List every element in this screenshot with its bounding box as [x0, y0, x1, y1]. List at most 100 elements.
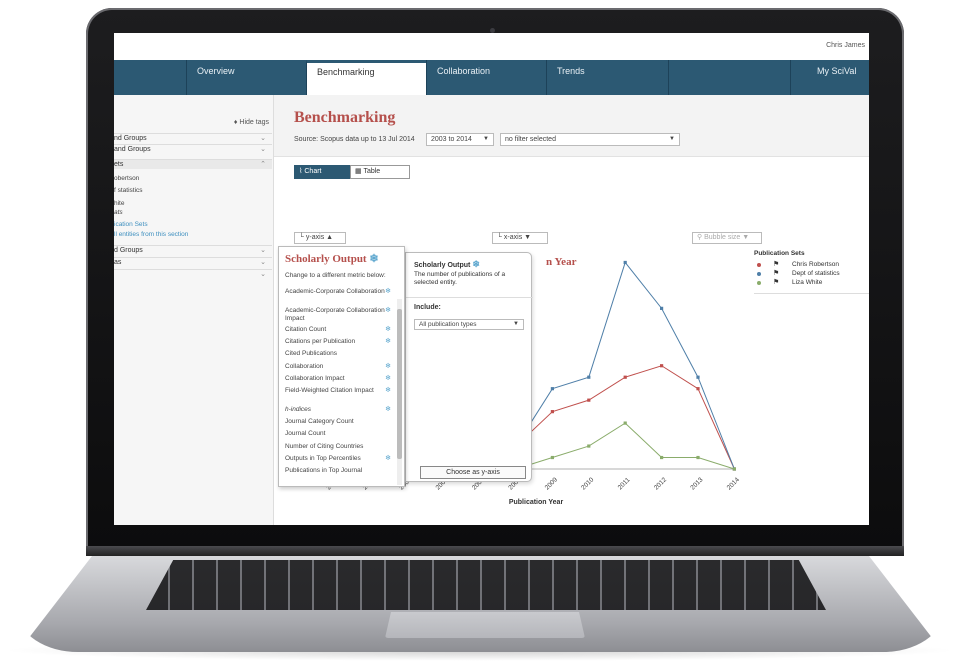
tab-label: My SciVal: [817, 66, 857, 76]
snowball-icon: ❄: [472, 259, 480, 269]
data-point[interactable]: [587, 398, 591, 402]
sidebar-item[interactable]: obertson: [114, 175, 139, 182]
snowball-icon: ❄: [369, 253, 379, 265]
include-value: All publication types: [419, 321, 477, 328]
chevron-down-icon: ⌄: [260, 247, 266, 254]
metric-option[interactable]: Field-Weighted Citation Impact ❄: [285, 387, 397, 395]
chart-title-fragment: n Year: [546, 256, 577, 268]
metric-option-label: Collaboration: [285, 362, 324, 370]
x-tick-label: 2013: [689, 476, 704, 491]
metric-option[interactable]: h-indices ❄: [285, 406, 397, 414]
main-nav: Overview Benchmarking Collaboration Tren…: [114, 60, 869, 95]
chevron-down-icon: ▼: [513, 321, 519, 327]
tab-trends[interactable]: Trends: [546, 60, 668, 95]
data-point[interactable]: [550, 387, 554, 391]
metric-option[interactable]: Journal Category Count: [285, 418, 397, 426]
data-point[interactable]: [660, 306, 664, 310]
sidebar-row[interactable]: ets ⌃: [114, 159, 272, 169]
hide-tags-label: Hide tags: [239, 119, 269, 126]
tab-label: Trends: [557, 66, 585, 76]
sidebar-link[interactable]: ication Sets: [114, 221, 148, 228]
legend-entry[interactable]: ⚑ Liza White: [754, 278, 869, 287]
data-point[interactable]: [623, 421, 627, 425]
chevron-down-icon: ⌄: [260, 271, 266, 278]
hide-tags-link[interactable]: ♦ Hide tags: [234, 119, 269, 126]
metric-option[interactable]: Number of Citing Countries: [285, 443, 397, 451]
legend: Publication Sets ⚑ Chris Robertson ⚑ Dept …: [754, 250, 869, 287]
sidebar-row-label: ets: [114, 161, 124, 168]
snowball-icon: ❄: [385, 307, 391, 314]
sidebar-row[interactable]: d Groups ⌄: [114, 245, 272, 255]
keyboard: [146, 560, 826, 610]
tab-empty[interactable]: [668, 60, 790, 95]
sidebar-row[interactable]: nd Groups ⌄: [114, 133, 272, 143]
snowball-icon: ❄: [385, 454, 391, 462]
metric-option[interactable]: Citation Count ❄: [285, 326, 397, 334]
data-point[interactable]: [623, 375, 627, 379]
sidebar-row-label: and Groups: [114, 146, 151, 153]
tab-benchmarking[interactable]: Benchmarking: [306, 60, 426, 95]
legend-label: Chris Robertson: [792, 261, 839, 268]
sidebar-row-label: as: [114, 259, 122, 266]
tab-my-scival[interactable]: My SciVal: [790, 60, 869, 95]
legend-entry[interactable]: ⚑ Chris Robertson: [754, 260, 869, 269]
metric-option[interactable]: Outputs in Top Percentiles ❄: [285, 455, 397, 463]
sidebar-row-label: nd Groups: [114, 135, 147, 142]
user-name[interactable]: Chris James: [826, 42, 865, 49]
dropdown-scrollbar[interactable]: [397, 299, 402, 485]
include-select[interactable]: All publication types ▼: [414, 319, 524, 330]
legend-title: Publication Sets: [754, 250, 805, 257]
metric-option[interactable]: Collaboration ❄: [285, 363, 397, 371]
data-point[interactable]: [550, 455, 554, 460]
data-point[interactable]: [660, 455, 664, 460]
sidebar-item[interactable]: hite: [114, 200, 124, 207]
stage: Chris James Overview Benchmarking Collab…: [0, 0, 959, 661]
metric-option[interactable]: Citations per Publication ❄: [285, 338, 397, 346]
detail-title: Scholarly Output ❄: [414, 259, 480, 270]
metric-option[interactable]: Journal Count: [285, 430, 397, 438]
top-bar: Chris James: [114, 33, 869, 60]
sidebar-row[interactable]: and Groups ⌄: [114, 144, 272, 154]
data-point[interactable]: [587, 375, 591, 379]
divider: [406, 297, 533, 298]
metric-option-label: Publications in Top Journal: [285, 467, 363, 474]
metric-option[interactable]: Collaboration Impact ❄: [285, 375, 397, 383]
tag-icon: ⚑: [773, 279, 780, 286]
legend-entry[interactable]: ⚑ Dept of statistics: [754, 269, 869, 278]
metric-option[interactable]: Academic-Corporate Collaboration ❄: [285, 288, 397, 296]
data-point[interactable]: [623, 260, 627, 265]
trackpad: [385, 612, 585, 638]
metric-option[interactable]: Publications in Top Journal: [285, 467, 397, 475]
tab-collaboration[interactable]: Collaboration: [426, 60, 546, 95]
sidebar-item[interactable]: f statistics: [114, 187, 143, 194]
legend-marker: [757, 281, 761, 285]
data-point[interactable]: [696, 387, 700, 391]
sidebar-row[interactable]: as ⌄: [114, 257, 272, 267]
metric-option-label: Collaboration Impact: [285, 374, 345, 382]
metric-option-label: Number of Citing Countries: [285, 442, 364, 450]
legend-marker: [757, 263, 761, 267]
metric-option-label: Citation Count: [285, 326, 327, 333]
x-tick-label: 2009: [544, 476, 559, 491]
snowball-icon: ❄: [385, 338, 391, 346]
data-point[interactable]: [696, 375, 700, 379]
choose-as-y-axis-button[interactable]: Choose as y-axis: [420, 466, 526, 479]
sidebar-link[interactable]: ll entities from this section: [114, 231, 188, 238]
scrollbar-thumb[interactable]: [397, 309, 402, 459]
x-axis-title: Publication Year: [509, 499, 564, 506]
data-point[interactable]: [660, 364, 664, 368]
metric-option[interactable]: Academic-Corporate Collaboration Impact ❄: [285, 307, 397, 323]
detail-title-text: Scholarly Output: [414, 262, 471, 269]
data-point[interactable]: [732, 467, 736, 471]
metric-option[interactable]: Cited Publications: [285, 350, 397, 358]
sidebar-row-label: d Groups: [114, 247, 143, 254]
x-tick-label: 2012: [653, 476, 668, 491]
data-point[interactable]: [550, 410, 554, 414]
data-point[interactable]: [696, 455, 700, 460]
sidebar-item[interactable]: ats: [114, 209, 123, 216]
include-label: Include:: [414, 304, 441, 311]
snowball-icon: ❄: [385, 362, 391, 370]
sidebar-row[interactable]: ⌄: [114, 269, 272, 279]
tab-overview[interactable]: Overview: [186, 60, 306, 95]
data-point[interactable]: [587, 444, 591, 448]
